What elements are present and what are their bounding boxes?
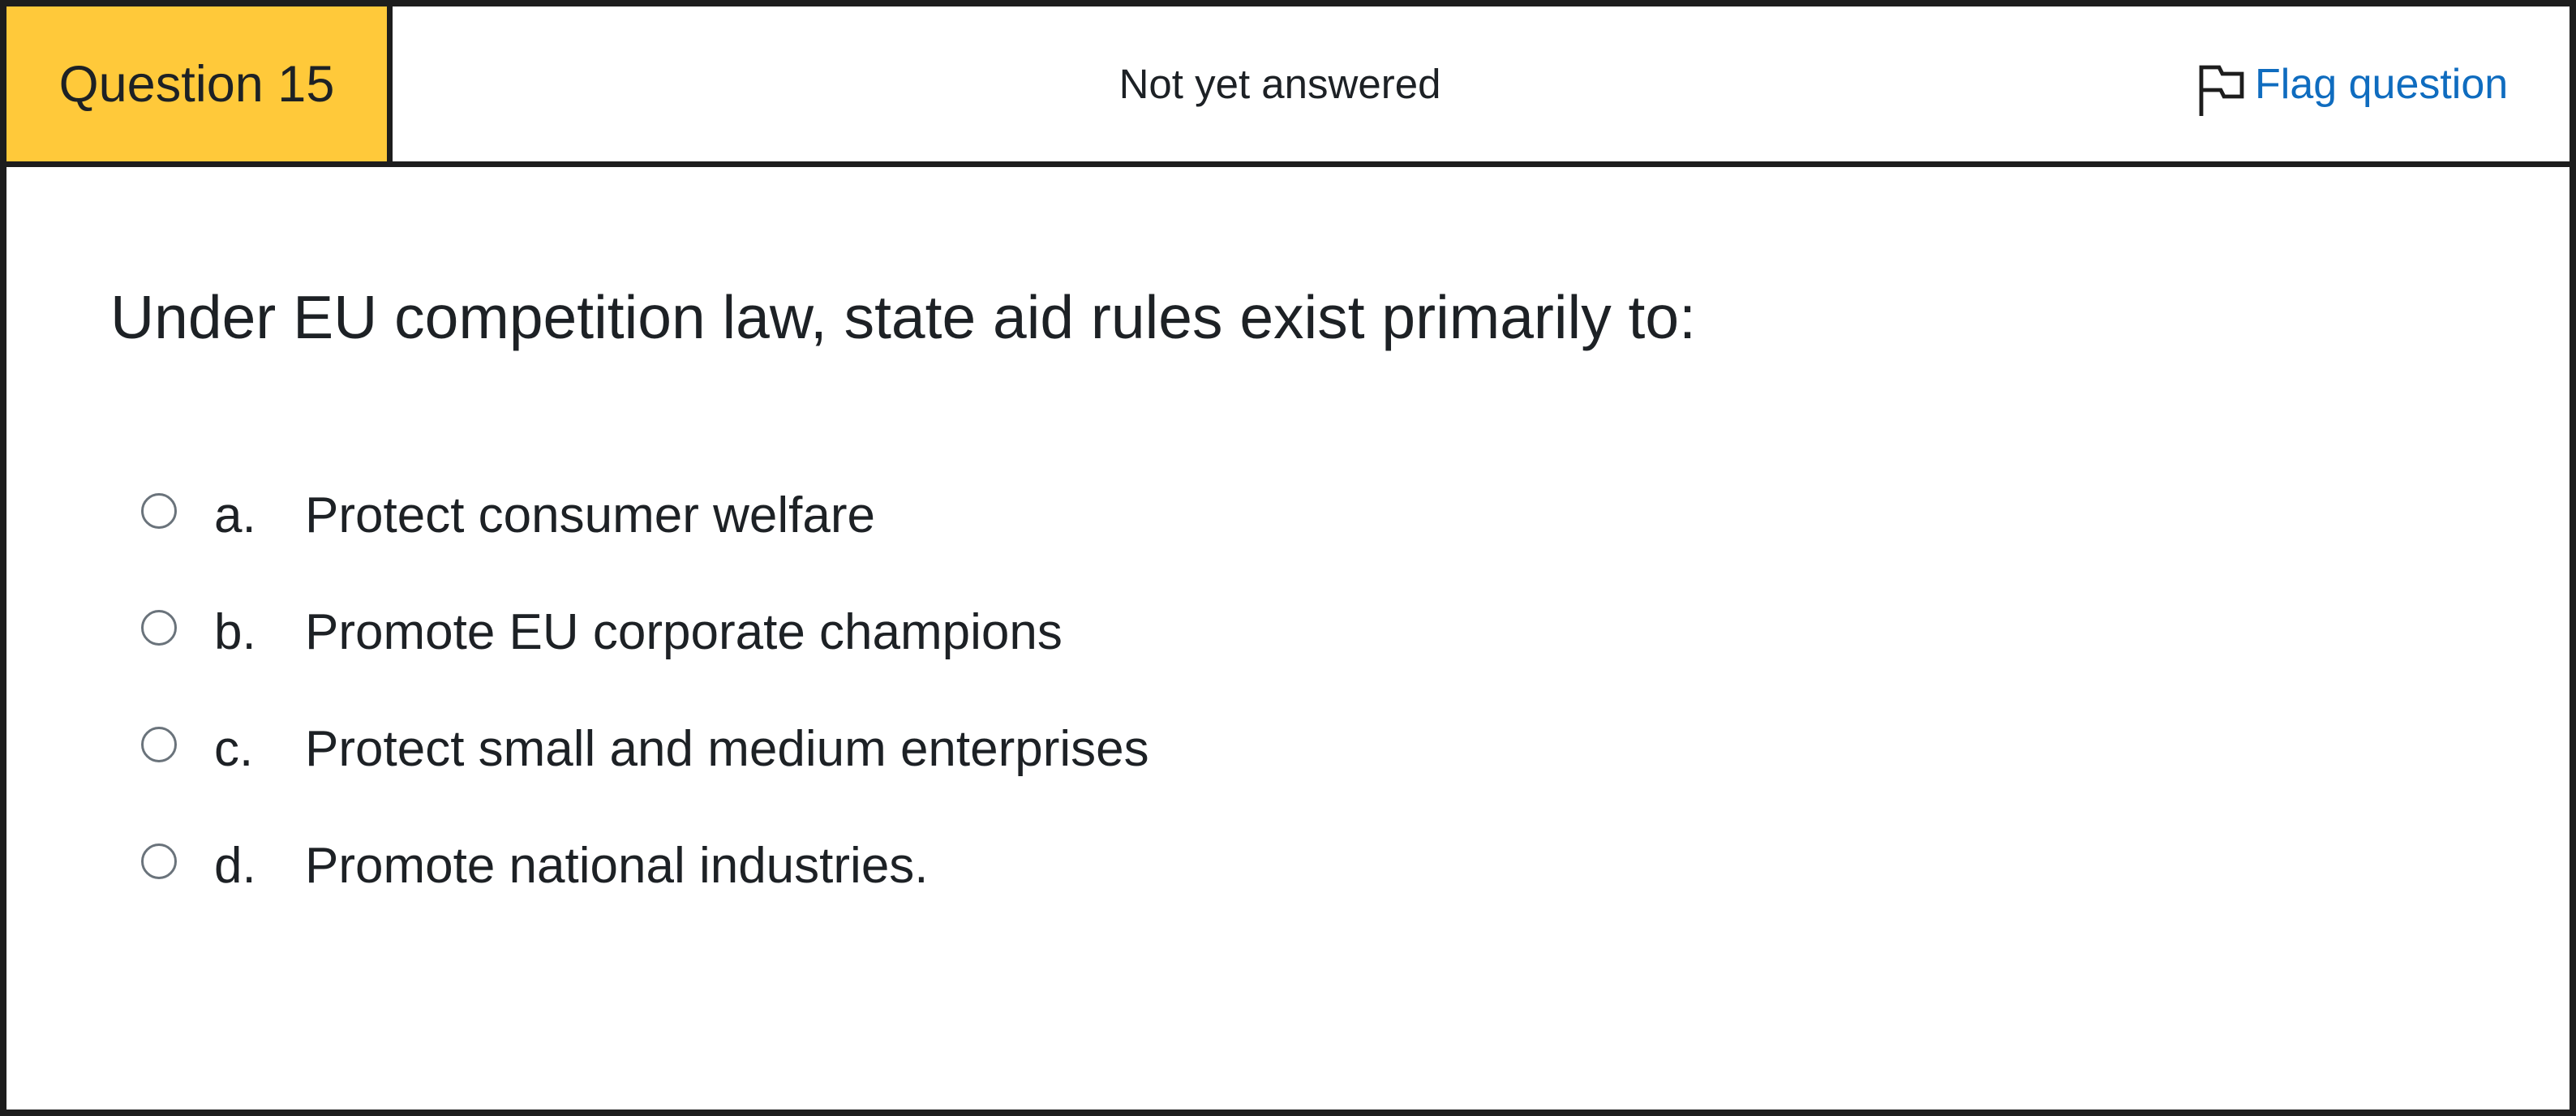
flag-question-label[interactable]: Flag question bbox=[2255, 60, 2508, 109]
answer-text[interactable]: Protect consumer welfare bbox=[305, 487, 875, 544]
answer-letter: b. bbox=[214, 604, 256, 660]
radio-button[interactable] bbox=[141, 493, 177, 529]
answer-letter: c. bbox=[214, 721, 254, 777]
answer-letter: a. bbox=[214, 487, 256, 543]
answer-text[interactable]: Promote national industries. bbox=[305, 837, 929, 895]
radio-button[interactable] bbox=[141, 843, 177, 879]
question-status: Not yet answered bbox=[1118, 61, 1441, 107]
question-header: Question 15 Not yet answered Flag questi… bbox=[6, 6, 2570, 167]
question-number-badge: Question 15 bbox=[6, 6, 393, 161]
answer-text[interactable]: Promote EU corporate champions bbox=[305, 603, 1063, 661]
question-text: Under EU competition law, state aid rule… bbox=[110, 283, 1696, 351]
answer-text[interactable]: Protect small and medium enterprises bbox=[305, 720, 1149, 778]
radio-button[interactable] bbox=[141, 610, 177, 646]
flag-question-link[interactable]: Flag question bbox=[2196, 6, 2508, 161]
answer-letter: d. bbox=[214, 838, 256, 894]
flag-icon bbox=[2199, 65, 2244, 116]
radio-button[interactable] bbox=[141, 727, 177, 762]
question-card: Question 15 Not yet answered Flag questi… bbox=[0, 0, 2576, 1116]
